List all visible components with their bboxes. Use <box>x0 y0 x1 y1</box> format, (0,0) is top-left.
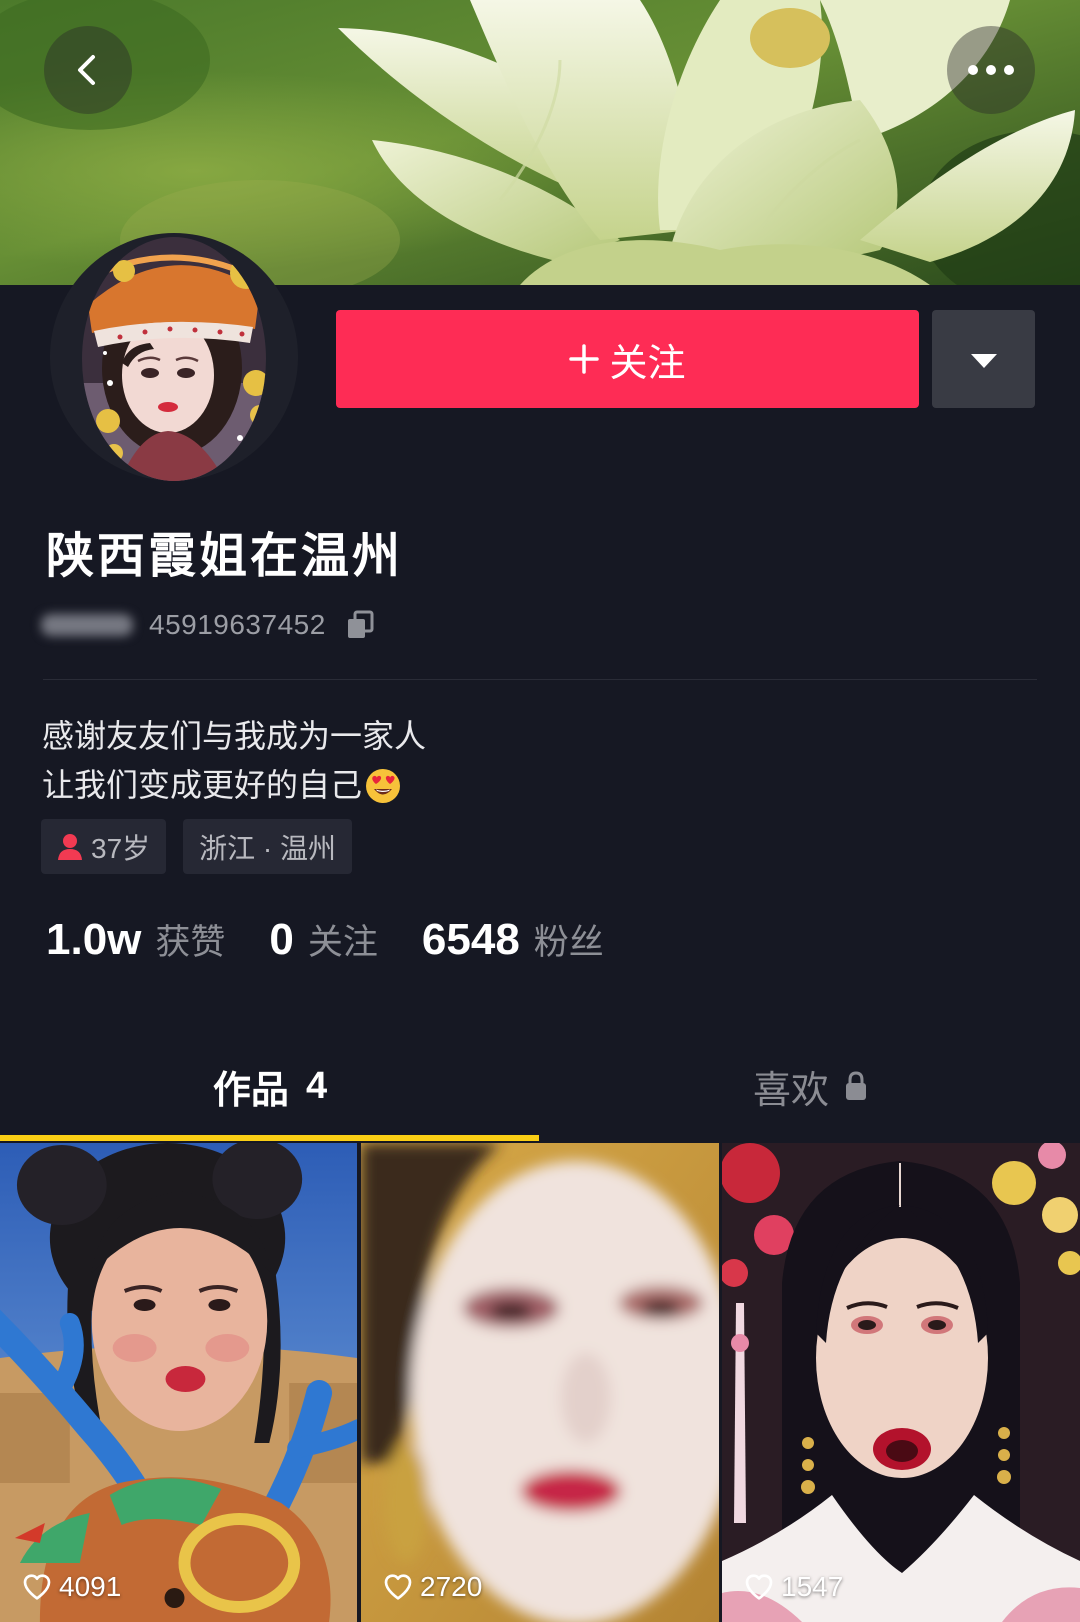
stat-label: 粉丝 <box>533 922 604 962</box>
redacted-id-label <box>41 614 133 636</box>
bio-line: 让我们变成更好的自己 <box>42 761 426 810</box>
profile-tags: 37岁 浙江 · 温州 <box>41 819 353 874</box>
video-cover-image <box>722 1143 1080 1622</box>
follow-button[interactable]: 关注 <box>336 310 919 408</box>
person-icon <box>58 833 82 860</box>
tab-label: 作品 <box>212 1069 289 1112</box>
back-button[interactable] <box>44 26 132 114</box>
account-id-number: 45919637452 <box>149 609 326 640</box>
stat-label: 关注 <box>307 922 378 962</box>
video-thumbnail[interactable]: 1547 <box>722 1143 1080 1622</box>
stat-value: 0 <box>269 914 294 964</box>
video-like-count: 2720 <box>382 1571 482 1603</box>
tab-works[interactable]: 作品 4 <box>0 1061 540 1112</box>
heart-eyes-emoji-icon <box>366 768 401 803</box>
divider <box>43 679 1037 680</box>
account-id-row: 45919637452 <box>41 608 376 642</box>
like-count-text: 1547 <box>781 1571 844 1602</box>
like-count-text: 2720 <box>420 1571 483 1602</box>
avatar[interactable] <box>50 233 298 481</box>
follow-button-label: 关注 <box>609 342 686 385</box>
profile-stats: 1.0w 获赞 0 关注 6548 粉丝 <box>46 914 648 964</box>
video-like-count: 1547 <box>743 1571 843 1603</box>
active-tab-indicator <box>0 1135 539 1141</box>
triangle-down-icon <box>970 354 997 368</box>
bio-line-text: 感谢友友们与我成为一家人 <box>42 718 427 754</box>
video-thumbnail[interactable]: 2720 <box>361 1143 719 1622</box>
location-tag-label: 浙江 · 温州 <box>199 832 337 864</box>
video-cover-image <box>0 1143 357 1622</box>
location-tag: 浙江 · 温州 <box>183 819 353 874</box>
stat-label: 获赞 <box>155 922 226 962</box>
stat-value: 1.0w <box>46 914 142 964</box>
bio-line: 感谢友友们与我成为一家人 <box>42 712 426 761</box>
tab-count: 4 <box>305 1064 328 1107</box>
avatar-image <box>50 233 298 481</box>
video-cover-image <box>361 1143 719 1622</box>
heart-outline-icon <box>384 1574 412 1600</box>
video-like-count: 4091 <box>21 1571 121 1603</box>
more-options-button[interactable] <box>947 26 1035 114</box>
stat-followers[interactable]: 6548 粉丝 <box>422 914 604 965</box>
heart-outline-icon <box>23 1574 51 1600</box>
stat-following[interactable]: 0 关注 <box>269 914 378 965</box>
heart-outline-icon <box>745 1574 773 1600</box>
lock-icon <box>846 1071 866 1100</box>
plus-icon <box>569 344 600 374</box>
profile-name: 陕西霞姐在温州 <box>46 530 404 583</box>
like-count-text: 4091 <box>59 1571 122 1602</box>
tab-label: 喜欢 <box>752 1069 829 1112</box>
stat-likes[interactable]: 1.0w 获赞 <box>46 914 225 965</box>
stat-value: 6548 <box>421 914 520 964</box>
bio-line-text: 让我们变成更好的自己 <box>42 767 363 803</box>
recommend-dropdown-button[interactable] <box>932 310 1035 408</box>
age-tag: 37岁 <box>41 819 167 874</box>
video-thumbnail[interactable]: 4091 <box>0 1143 357 1622</box>
age-tag-label: 37岁 <box>91 832 151 864</box>
profile-bio: 感谢友友们与我成为一家人 让我们变成更好的自己 <box>42 712 426 810</box>
tab-likes[interactable]: 喜欢 <box>540 1061 1080 1112</box>
chevron-left-icon <box>78 55 95 85</box>
copy-icon[interactable] <box>344 609 376 641</box>
more-dots-icon <box>968 65 1014 75</box>
